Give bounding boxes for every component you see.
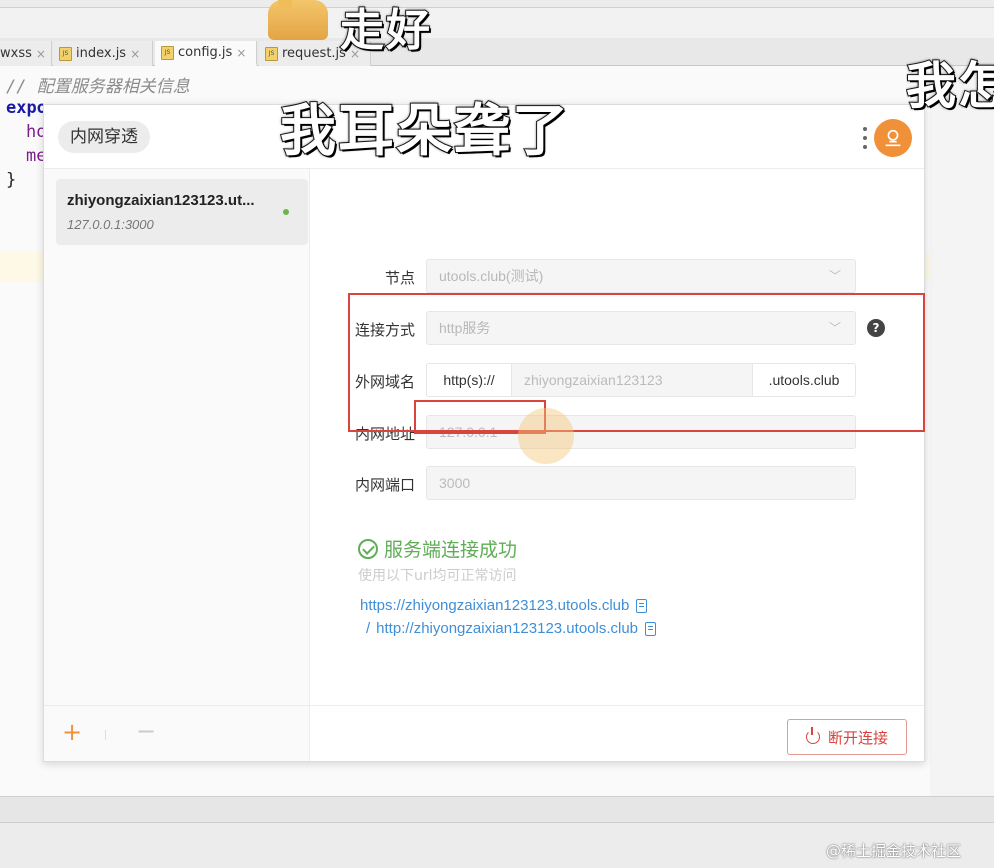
panel-footer: 断开连接 bbox=[310, 705, 924, 761]
js-file-icon: JS bbox=[59, 46, 72, 61]
tab-label: request.js bbox=[282, 46, 346, 61]
connection-status: 服务端连接成功 bbox=[358, 535, 517, 562]
close-icon[interactable]: × bbox=[36, 47, 46, 61]
disconnect-label: 断开连接 bbox=[827, 728, 888, 747]
http-url-row: / http://zhiyongzaixian123123.utools.clu… bbox=[366, 620, 657, 637]
click-indicator bbox=[518, 408, 574, 464]
js-file-icon: JS bbox=[265, 46, 278, 61]
status-dot-icon bbox=[283, 209, 289, 215]
url-separator: / bbox=[366, 620, 371, 637]
tab-wxss[interactable]: wxss × bbox=[0, 41, 52, 66]
tab-config-js[interactable]: JS config.js × bbox=[155, 41, 257, 66]
close-icon[interactable]: × bbox=[236, 46, 246, 60]
more-options-icon[interactable] bbox=[862, 127, 868, 149]
copy-icon[interactable] bbox=[636, 598, 648, 613]
power-icon bbox=[805, 727, 820, 744]
code-line: } bbox=[6, 170, 17, 190]
tab-label: index.js bbox=[76, 46, 127, 61]
copy-icon[interactable] bbox=[645, 621, 657, 636]
disconnect-button[interactable]: 断开连接 bbox=[787, 719, 907, 755]
cloud-user-icon[interactable] bbox=[874, 119, 912, 157]
sidebar-footer: + − bbox=[44, 705, 310, 761]
js-file-icon: JS bbox=[161, 45, 174, 60]
divider bbox=[105, 730, 106, 740]
thumbs-up-icon bbox=[268, 0, 328, 40]
window-title: 内网穿透 bbox=[58, 121, 150, 153]
close-icon[interactable]: × bbox=[130, 47, 140, 61]
tunnel-list-item[interactable]: zhiyongzaixian123123.ut... 127.0.0.1:300… bbox=[56, 179, 308, 245]
add-tunnel-button[interactable]: + bbox=[62, 720, 82, 744]
success-text: 服务端连接成功 bbox=[384, 539, 518, 561]
watermark: @稀土掘金技术社区 bbox=[826, 842, 962, 860]
ide-menubar bbox=[0, 0, 994, 8]
caption-right: 我怎 bbox=[906, 56, 994, 116]
node-value: utools.club(测试) bbox=[439, 268, 544, 284]
https-url-row: https://zhiyongzaixian123123.utools.club bbox=[360, 597, 648, 614]
remove-tunnel-button[interactable]: − bbox=[136, 719, 156, 743]
tab-label: config.js bbox=[178, 45, 233, 60]
local-port-label: 内网端口 bbox=[354, 476, 415, 494]
ide-tab-bar: wxss × JS index.js × JS config.js × JS r… bbox=[0, 38, 994, 66]
tunnel-detail-panel: 节点 utools.club(测试) ﹀ 连接方式 http服务 ﹀ ? 外网域… bbox=[310, 169, 924, 761]
access-hint: 使用以下url均可正常访问 bbox=[358, 568, 517, 584]
check-circle-icon bbox=[358, 538, 378, 559]
caption-middle: 我耳朵聋了 bbox=[279, 98, 570, 165]
chevron-down-icon: ﹀ bbox=[828, 269, 841, 283]
ide-status-bar bbox=[0, 796, 994, 822]
code-line: expo bbox=[6, 98, 47, 118]
tunnel-sidebar: zhiyongzaixian123123.ut... 127.0.0.1:300… bbox=[44, 169, 310, 761]
caption-top: 走好 bbox=[339, 4, 432, 57]
tab-index-js[interactable]: JS index.js × bbox=[53, 41, 153, 66]
tab-label: wxss bbox=[0, 46, 32, 61]
tunnel-name: zhiyongzaixian123123.ut... bbox=[67, 192, 255, 209]
tunnel-address: 127.0.0.1:3000 bbox=[67, 217, 154, 232]
http-url-link[interactable]: http://zhiyongzaixian123123.utools.club bbox=[376, 620, 638, 637]
local-port-input[interactable]: 3000 bbox=[426, 466, 856, 500]
editor-gutter-right bbox=[930, 66, 994, 796]
code-comment: // 配置服务器相关信息 bbox=[6, 77, 190, 97]
node-select[interactable]: utools.club(测试) ﹀ bbox=[426, 259, 856, 293]
https-url-link[interactable]: https://zhiyongzaixian123123.utools.club bbox=[360, 597, 629, 614]
node-label: 节点 bbox=[384, 269, 415, 287]
